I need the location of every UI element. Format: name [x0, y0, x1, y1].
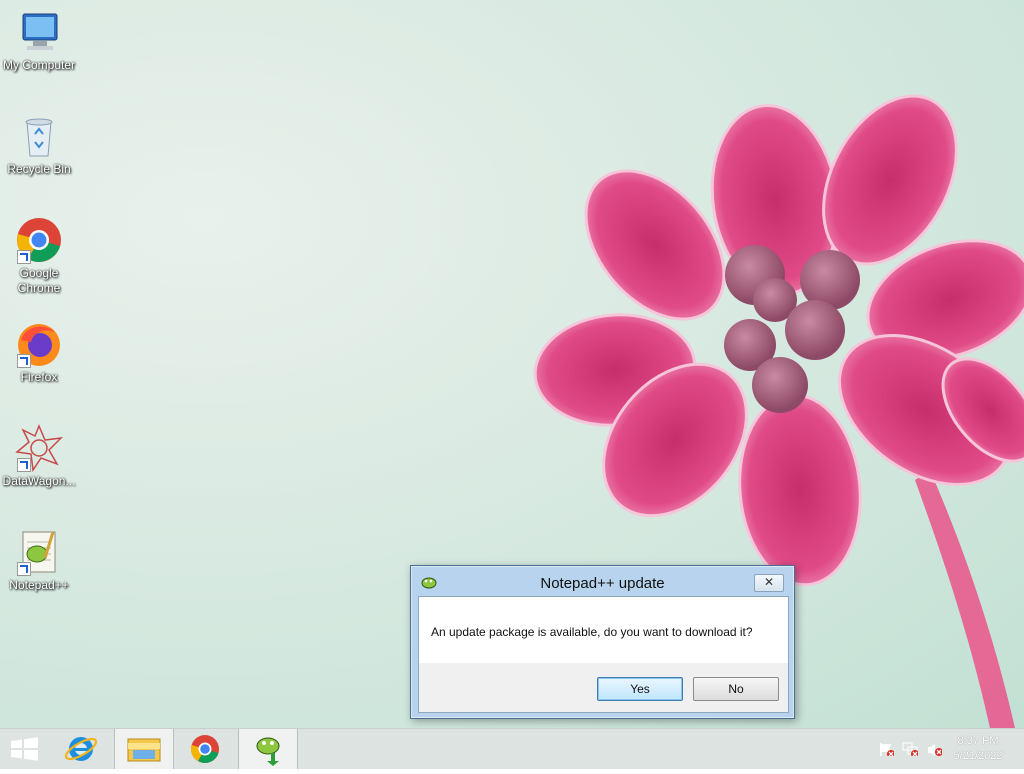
dialog-message: An update package is available, do you w… — [431, 625, 753, 639]
clock-time: 8:37 PM — [957, 735, 999, 747]
internet-explorer-icon — [64, 737, 98, 761]
chrome-icon — [15, 216, 63, 264]
notepad-plus-plus-icon — [15, 528, 63, 576]
desktop-icon-google-chrome[interactable]: Google Chrome — [0, 210, 78, 296]
computer-icon — [15, 8, 63, 56]
desktop-icon-label: Google Chrome — [17, 266, 61, 295]
desktop-icon-label: Firefox — [20, 370, 58, 384]
close-icon: ✕ — [763, 575, 775, 589]
yes-button[interactable]: Yes — [597, 677, 683, 701]
dialog-client-area: An update package is available, do you w… — [418, 596, 789, 713]
recycle-bin-icon — [15, 112, 63, 160]
desktop[interactable]: My Computer Recycle Bin Google Chrome Fi… — [0, 0, 1024, 728]
desktop-icon-label: Notepad++ — [9, 578, 69, 592]
dialog-message-area: An update package is available, do you w… — [419, 597, 788, 663]
notepad-plus-plus-updater-icon — [256, 737, 280, 766]
taskbar-clock[interactable]: 8:37 PM 5/21/2022 — [948, 734, 1008, 764]
windows-logo-icon — [11, 737, 38, 761]
desktop-icon-notepad-plus-plus[interactable]: Notepad++ — [0, 522, 78, 593]
network-icon[interactable] — [902, 742, 918, 756]
chrome-icon — [190, 735, 219, 763]
taskbar-google-chrome[interactable] — [176, 729, 234, 769]
dialog-titlebar[interactable]: Notepad++ update ✕ — [411, 566, 794, 596]
desktop-icon-datawagon[interactable]: DataWagon... — [0, 418, 78, 489]
desktop-icon-firefox[interactable]: Firefox — [0, 314, 78, 385]
datawagon-icon — [15, 424, 64, 473]
system-tray: 8:37 PM 5/21/2022 — [864, 729, 1024, 769]
no-button[interactable]: No — [693, 677, 779, 701]
start-button[interactable] — [0, 729, 50, 769]
desktop-icon-label: Recycle Bin — [7, 162, 71, 176]
desktop-icon-label: DataWagon... — [2, 474, 76, 488]
folder-icon — [127, 738, 161, 762]
taskbar-file-explorer[interactable] — [114, 729, 174, 769]
close-button[interactable]: ✕ — [754, 574, 784, 592]
desktop-icon-recycle-bin[interactable]: Recycle Bin — [0, 106, 78, 177]
volume-muted-icon[interactable] — [926, 742, 942, 756]
action-center-flag-icon[interactable] — [878, 742, 894, 756]
shortcut-arrow-icon — [17, 354, 31, 368]
firefox-icon — [15, 320, 63, 368]
taskbar: 8:37 PM 5/21/2022 — [0, 728, 1024, 769]
desktop-icon-my-computer[interactable]: My Computer — [0, 2, 78, 73]
clock-date: 5/21/2022 — [953, 750, 1003, 762]
desktop-icon-label: My Computer — [2, 58, 76, 72]
shortcut-arrow-icon — [17, 562, 31, 576]
shortcut-arrow-icon — [17, 458, 31, 472]
taskbar-internet-explorer[interactable] — [52, 729, 110, 769]
shortcut-arrow-icon — [17, 250, 31, 264]
update-dialog: Notepad++ update ✕ An update package is … — [410, 565, 795, 719]
dialog-title: Notepad++ update — [540, 575, 665, 592]
taskbar-notepad-plus-plus-updater[interactable] — [238, 729, 298, 769]
